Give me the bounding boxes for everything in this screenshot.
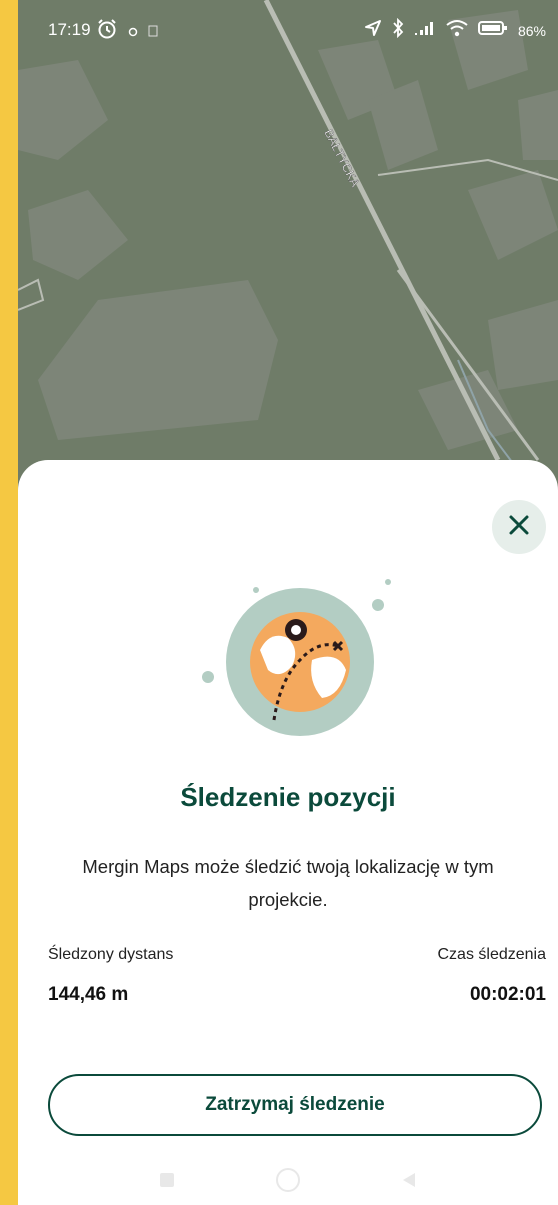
illustration-dot: [253, 587, 259, 593]
location-arrow-icon: [364, 19, 382, 42]
system-nav-bar: [18, 1160, 558, 1205]
bluetooth-icon: [392, 17, 404, 43]
distance-value: 144,46 m: [48, 984, 129, 1005]
status-bar: 17:19 86%: [18, 0, 558, 62]
battery-percent: 86%: [517, 22, 546, 39]
home-icon[interactable]: [275, 1167, 301, 1198]
image-notification-icon: [148, 22, 158, 42]
back-icon[interactable]: [400, 1171, 418, 1194]
illustration-dot: [202, 671, 214, 683]
wifi-icon: [446, 19, 468, 42]
sheet-title: Śledzenie pozycji: [180, 782, 396, 812]
recent-apps-icon[interactable]: [158, 1171, 176, 1194]
signal-icon: [414, 20, 436, 41]
time-label: Czas śledzenia: [437, 946, 547, 963]
phone-screen: BAŁTYCKA 17:19 86% Śledzenie pozycji Mer…: [18, 0, 558, 1205]
map-view[interactable]: BAŁTYCKA: [18, 0, 558, 520]
map-area: [518, 90, 558, 160]
time-value: 00:02:01: [469, 984, 546, 1005]
stop-tracking-button[interactable]: Zatrzymaj śledzenie: [48, 1074, 542, 1136]
sheet-description: Mergin Maps może śledzić twoją lokalizac…: [82, 856, 494, 910]
illustration-dot: [372, 599, 384, 611]
close-icon: [508, 514, 530, 541]
tracking-illustration: [202, 579, 391, 736]
battery-icon: [477, 20, 508, 41]
close-button[interactable]: [492, 500, 546, 554]
alarm-icon: [96, 18, 118, 45]
status-time: 17:19: [48, 20, 91, 39]
distance-label: Śledzony dystans: [48, 946, 174, 963]
notification-dot-icon: [128, 22, 138, 42]
illustration-dot: [385, 579, 391, 585]
tracking-bottom-sheet: Śledzenie pozycji Mergin Maps może śledz…: [18, 460, 558, 1205]
